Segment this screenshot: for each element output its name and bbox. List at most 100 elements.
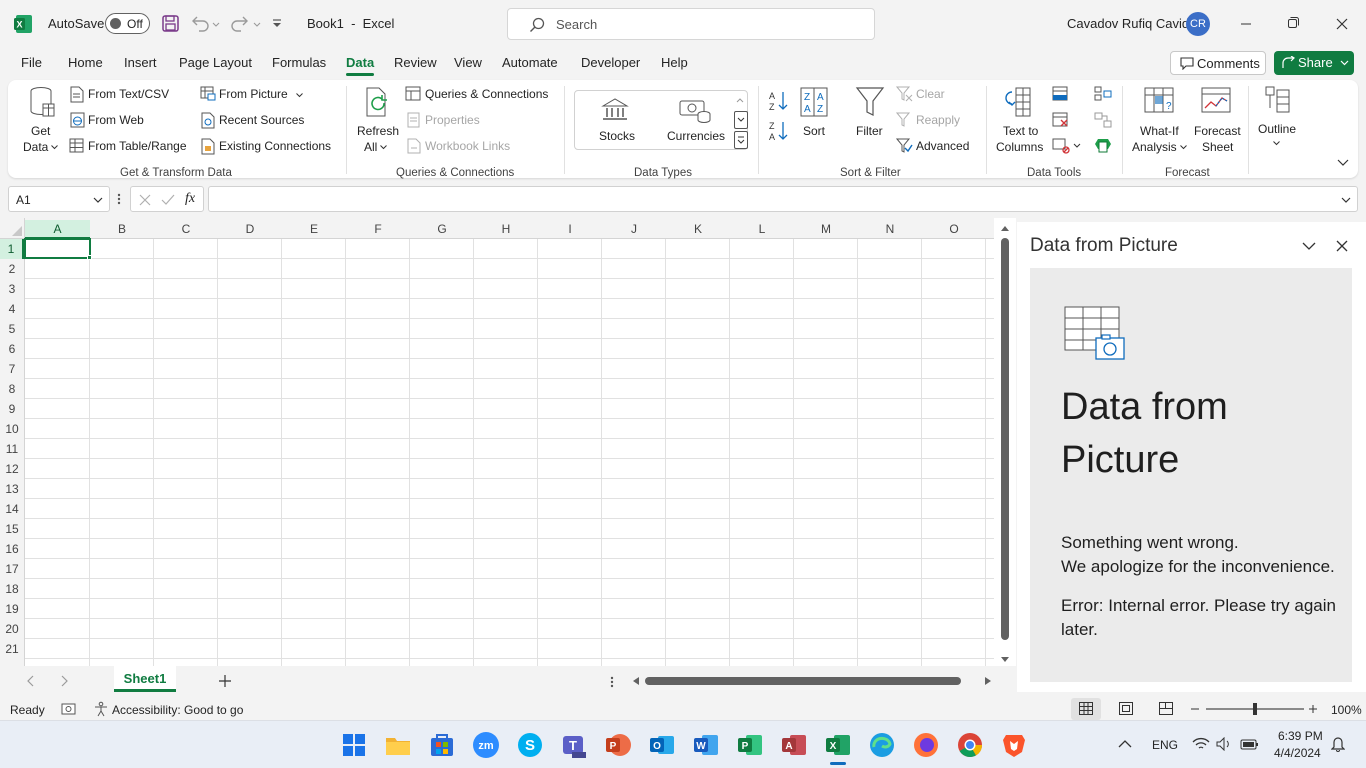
save-icon[interactable] bbox=[162, 15, 179, 32]
column-header-g[interactable]: G bbox=[410, 220, 474, 238]
column-header-m[interactable]: M bbox=[794, 220, 858, 238]
close-window-button[interactable] bbox=[1318, 0, 1366, 48]
scroll-right-icon[interactable] bbox=[984, 676, 992, 686]
sort-button[interactable]: ZAAZ Sort bbox=[794, 84, 834, 144]
firefox-icon[interactable] bbox=[912, 731, 940, 759]
minimize-button[interactable] bbox=[1223, 0, 1269, 48]
existing-connections-button[interactable]: Existing Connections bbox=[198, 138, 344, 156]
zoom-app-icon[interactable]: zm bbox=[472, 731, 500, 759]
tab-data[interactable]: Data bbox=[346, 55, 375, 76]
row-header-14[interactable]: 14 bbox=[0, 499, 24, 519]
skype-icon[interactable]: S bbox=[516, 731, 544, 759]
refresh-all-button[interactable]: Refresh All bbox=[354, 84, 400, 156]
row-header-10[interactable]: 10 bbox=[0, 419, 24, 439]
redo-icon[interactable] bbox=[230, 15, 262, 32]
column-header-k[interactable]: K bbox=[666, 220, 730, 238]
vertical-scrollbar[interactable] bbox=[997, 222, 1013, 666]
word-icon[interactable]: W bbox=[692, 731, 720, 759]
advanced-button[interactable]: Advanced bbox=[896, 138, 986, 156]
from-picture-button[interactable]: From Picture bbox=[198, 86, 308, 104]
tab-page-layout[interactable]: Page Layout bbox=[179, 55, 252, 70]
recent-sources-button[interactable]: Recent Sources bbox=[198, 112, 318, 130]
scroll-down-icon[interactable] bbox=[1000, 656, 1010, 664]
start-icon[interactable] bbox=[340, 731, 368, 759]
tab-help[interactable]: Help bbox=[661, 55, 688, 70]
zoom-out-icon[interactable] bbox=[1190, 704, 1200, 714]
avatar[interactable]: CR bbox=[1186, 12, 1210, 36]
select-all-corner[interactable] bbox=[0, 218, 25, 239]
row-header-4[interactable]: 4 bbox=[0, 299, 24, 319]
tab-insert[interactable]: Insert bbox=[124, 55, 157, 70]
battery-icon[interactable] bbox=[1240, 737, 1260, 751]
zoom-in-icon[interactable] bbox=[1308, 704, 1318, 714]
file-explorer-icon[interactable] bbox=[384, 731, 412, 759]
horizontal-scroll-thumb[interactable] bbox=[645, 677, 961, 685]
user-name[interactable]: Cavadov Rufiq Cavid bbox=[1067, 16, 1189, 31]
column-header-o[interactable]: O bbox=[922, 220, 986, 238]
tab-automate[interactable]: Automate bbox=[502, 55, 558, 70]
row-header-16[interactable]: 16 bbox=[0, 539, 24, 559]
sort-az-icon[interactable]: AZ bbox=[768, 90, 790, 112]
from-table-range-button[interactable]: From Table/Range bbox=[68, 138, 198, 156]
name-box[interactable]: A1 bbox=[8, 186, 110, 212]
flash-fill-icon[interactable] bbox=[1052, 86, 1070, 102]
column-header-l[interactable]: L bbox=[730, 220, 794, 238]
gallery-scroll-down-icon[interactable] bbox=[734, 111, 748, 129]
row-header-5[interactable]: 5 bbox=[0, 319, 24, 339]
tab-formulas[interactable]: Formulas bbox=[272, 55, 326, 70]
outline-button[interactable]: Outline bbox=[1254, 84, 1300, 150]
column-header-e[interactable]: E bbox=[282, 220, 346, 238]
insert-function-icon[interactable]: fx bbox=[185, 191, 195, 207]
queries-connections-button[interactable]: Queries & Connections bbox=[404, 86, 554, 104]
excel-taskbar-icon[interactable]: X bbox=[824, 731, 852, 759]
tab-home[interactable]: Home bbox=[68, 55, 103, 70]
brave-icon[interactable] bbox=[1000, 731, 1028, 759]
scroll-left-icon[interactable] bbox=[632, 676, 640, 686]
row-header-11[interactable]: 11 bbox=[0, 439, 24, 459]
worksheet-grid[interactable]: ABCDEFGHIJKLMNO 1 2 3 4 5 6 7 8 9 10 11 12 13 14 15 16 1… bbox=[0, 218, 1016, 666]
outlook-icon[interactable]: O bbox=[648, 731, 676, 759]
relationships-icon[interactable] bbox=[1094, 112, 1112, 128]
row-header-7[interactable]: 7 bbox=[0, 359, 24, 379]
row-header-20[interactable]: 20 bbox=[0, 619, 24, 639]
column-header-b[interactable]: B bbox=[90, 220, 154, 238]
gallery-scroll-up-icon[interactable] bbox=[734, 91, 746, 109]
add-sheet-icon[interactable] bbox=[218, 674, 232, 688]
customize-qat-icon[interactable] bbox=[271, 16, 283, 30]
formula-input[interactable] bbox=[208, 186, 1358, 212]
consolidate-icon[interactable] bbox=[1094, 86, 1112, 102]
teams-icon[interactable]: T bbox=[560, 731, 588, 759]
pane-close-icon[interactable] bbox=[1336, 240, 1348, 252]
remove-duplicates-icon[interactable] bbox=[1052, 112, 1070, 128]
next-sheet-icon[interactable] bbox=[60, 675, 68, 687]
row-header-12[interactable]: 12 bbox=[0, 459, 24, 479]
sort-za-icon[interactable]: ZA bbox=[768, 120, 790, 142]
wifi-icon[interactable] bbox=[1192, 737, 1210, 751]
stocks-button[interactable]: Stocks bbox=[583, 91, 647, 149]
column-header-n[interactable]: N bbox=[858, 220, 922, 238]
undo-icon[interactable] bbox=[191, 15, 221, 32]
from-text-csv-button[interactable]: From Text/CSV bbox=[68, 86, 188, 104]
tab-review[interactable]: Review bbox=[394, 55, 437, 70]
row-header-18[interactable]: 18 bbox=[0, 579, 24, 599]
from-web-button[interactable]: From Web bbox=[68, 112, 188, 130]
data-model-icon[interactable] bbox=[1094, 138, 1112, 155]
gallery-more-icon[interactable] bbox=[734, 131, 748, 149]
row-header-1[interactable]: 1 bbox=[0, 239, 24, 259]
vertical-scroll-thumb[interactable] bbox=[1001, 238, 1009, 640]
volume-icon[interactable] bbox=[1216, 737, 1232, 751]
filter-button[interactable]: Filter bbox=[850, 84, 890, 144]
row-header-17[interactable]: 17 bbox=[0, 559, 24, 579]
column-header-f[interactable]: F bbox=[346, 220, 410, 238]
active-cell-a1[interactable] bbox=[24, 238, 91, 259]
project-icon[interactable]: P bbox=[736, 731, 764, 759]
zoom-slider-thumb[interactable] bbox=[1253, 703, 1257, 715]
row-header-6[interactable]: 6 bbox=[0, 339, 24, 359]
row-header-19[interactable]: 19 bbox=[0, 599, 24, 619]
normal-view-icon[interactable] bbox=[1071, 698, 1101, 720]
row-header-21[interactable]: 21 bbox=[0, 639, 24, 659]
more-options-icon[interactable] bbox=[610, 676, 614, 688]
row-header-13[interactable]: 13 bbox=[0, 479, 24, 499]
forecast-sheet-button[interactable]: Forecast Sheet bbox=[1192, 84, 1242, 156]
clock-date[interactable]: 4/4/2024 bbox=[1274, 746, 1321, 760]
